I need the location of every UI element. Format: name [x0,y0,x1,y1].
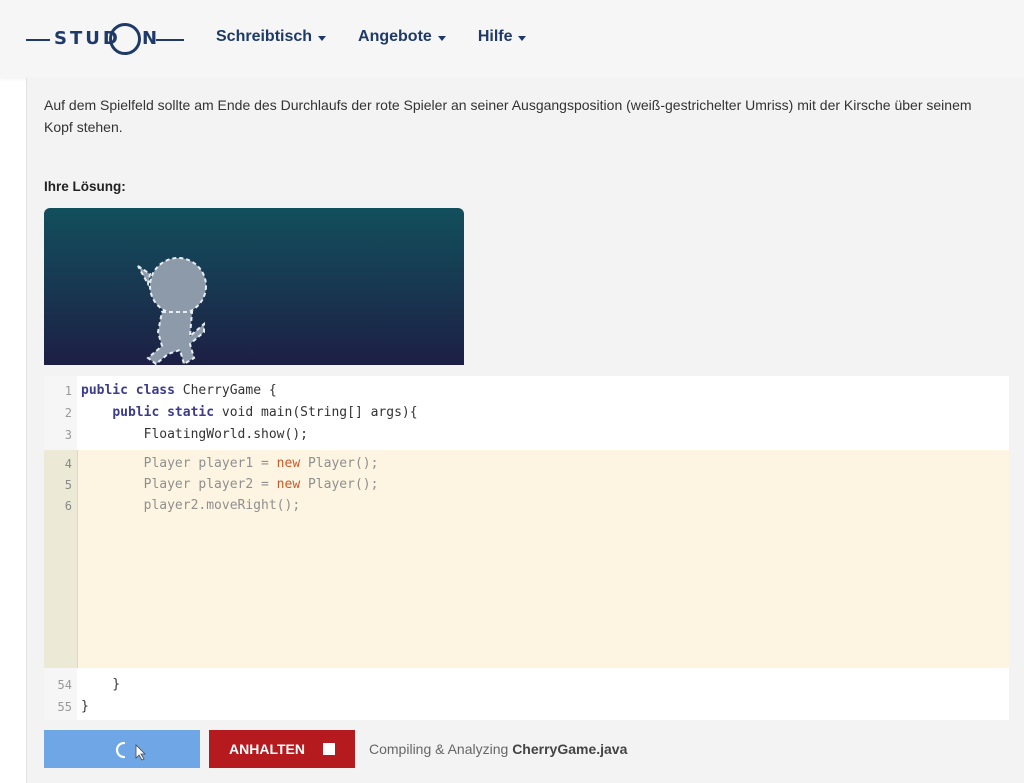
nav-label: Schreibtisch [216,28,313,45]
code-text: Player player1 = new Player(); [81,456,379,471]
code-text: public class CherryGame { [81,383,277,398]
code-line: 55 } [44,696,1009,718]
top-header: STUD N Schreibtisch Angebote Hilfe [0,0,1024,78]
code-text: public static void main(String[] args){ [112,405,418,420]
caret-down-icon [518,35,527,41]
code-line[interactable]: 5 Player player2 = new Player(); [44,474,1009,496]
stop-square-icon [322,743,335,755]
nav-label: Hilfe [477,28,513,45]
main-content: Auf dem Spielfeld sollte am Ende des Dur… [26,78,1024,783]
code-editor[interactable]: 1 public class CherryGame { 2 public sta… [44,376,1009,720]
nav-label: Angebote [358,28,432,45]
solution-label: Ihre Lösung: [44,179,126,194]
code-text: Player player2 = new Player(); [81,477,379,492]
code-text: } [81,699,89,714]
code-text: player2.moveRight(); [81,498,301,513]
nav-schreibtisch[interactable]: Schreibtisch [216,28,327,46]
code-line: 3 FloatingWorld.show(); [44,424,1009,446]
code-line: 54 } [44,674,1009,696]
line-number: 3 [64,428,72,442]
status-text: Compiling & Analyzing CherryGame.java [369,741,628,757]
task-description: Auf dem Spielfeld sollte am Ende des Dur… [44,97,972,135]
line-number: 2 [64,406,72,420]
code-line: 1 public class CherryGame { [44,380,1009,402]
code-text: FloatingWorld.show(); [143,427,308,442]
run-button[interactable] [44,730,200,768]
code-line[interactable]: 6 player2.moveRight(); [44,495,1009,517]
page: STUD N Schreibtisch Angebote Hilfe Auf d… [0,0,1024,783]
line-number: 1 [64,384,72,398]
player-outline-icon [137,257,207,365]
caret-down-icon [318,35,327,41]
logo-line-left [26,39,50,41]
loading-spinner-icon [115,741,146,761]
logo-line-right [156,39,184,41]
studon-logo[interactable]: STUD N [26,22,186,56]
main-nav: Schreibtisch Angebote Hilfe [216,28,558,46]
stop-label: ANHALTEN [229,741,305,757]
code-line: 2 public static void main(String[] args)… [44,402,1009,424]
line-number: 5 [64,478,72,492]
stop-button[interactable]: ANHALTEN [209,730,355,768]
code-text: } [81,677,121,692]
nav-angebote[interactable]: Angebote [358,28,446,46]
line-number: 6 [64,499,72,513]
game-canvas [44,208,464,365]
nav-hilfe[interactable]: Hilfe [478,28,527,46]
logo-ring [109,23,141,55]
line-number: 54 [57,678,72,692]
line-number: 4 [64,457,72,471]
editable-code-zone[interactable]: 4 Player player1 = new Player(); 5 Playe… [44,450,1009,668]
status-filename: CherryGame.java [512,741,628,757]
code-line[interactable]: 4 Player player1 = new Player(); [44,453,1009,475]
caret-down-icon [437,35,446,41]
line-number: 55 [57,700,72,714]
